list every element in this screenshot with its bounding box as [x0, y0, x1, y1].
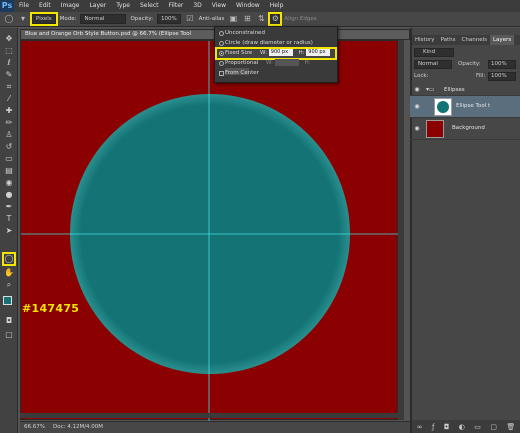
tab-channels[interactable]: Channels	[459, 35, 490, 45]
panel-tabs: History Paths Channels Layers	[412, 35, 520, 45]
geometry-options-menu: Unconstrained Circle (draw diameter or r…	[214, 26, 338, 83]
eye-icon[interactable]: ◉	[413, 86, 421, 94]
quick-mask-icon[interactable]: ◘	[4, 316, 14, 326]
folder-icon: ▾▭	[426, 86, 435, 93]
mode-select[interactable]: Normal	[80, 14, 127, 24]
link-icon[interactable]: ∞	[417, 423, 423, 431]
mask-icon[interactable]: ◘	[444, 423, 450, 431]
quick-select-tool-icon[interactable]: ✎	[4, 70, 14, 80]
tab-layers[interactable]: Layers	[489, 35, 515, 45]
align-edges-label[interactable]: Align Edges	[284, 16, 316, 22]
menu-bar: Ps File Edit Image Layer Type Select Fil…	[0, 0, 520, 12]
tab-history[interactable]: History	[412, 35, 438, 45]
fixed-height-input[interactable]: 900 px	[306, 49, 331, 56]
layer-thumbnail	[434, 98, 452, 116]
foreground-color-swatch[interactable]	[3, 296, 12, 305]
option-fixed-size[interactable]: Fixed Size W: 900 px H: 900 px	[215, 47, 337, 60]
zoom-level[interactable]: 66.67%	[24, 422, 45, 433]
blur-tool-icon[interactable]: ◉	[4, 178, 14, 188]
eyedropper-tool-icon[interactable]: ⁄	[4, 94, 14, 104]
fixed-width-input[interactable]: 900 px	[268, 49, 293, 56]
option-unconstrained[interactable]: Unconstrained	[217, 29, 335, 38]
dodge-tool-icon[interactable]: ●	[4, 190, 14, 200]
menu-file[interactable]: File	[14, 0, 34, 12]
fx-icon[interactable]: ƒ	[432, 423, 434, 431]
vertical-scrollbar[interactable]	[398, 40, 404, 420]
layer-thumbnail	[426, 120, 444, 138]
clone-stamp-tool-icon[interactable]: ♙	[4, 130, 14, 140]
status-bar: 66.67% Doc: 4.12M/4.00M	[20, 421, 410, 433]
layers-panel-footer: ∞ ƒ ◘ ◐ ▭ ▢ 🗑	[412, 420, 520, 433]
options-bar: ◯ ▾ Pixels Mode: Normal Opacity: 100% ☑ …	[0, 12, 520, 27]
new-layer-icon[interactable]: ▢	[490, 423, 497, 431]
fill-label: Fill:	[476, 73, 486, 79]
doc-size-info[interactable]: Doc: 4.12M/4.00M	[53, 422, 103, 433]
horizontal-scrollbar[interactable]	[20, 413, 398, 418]
screen-mode-icon[interactable]: ▢	[4, 330, 14, 340]
canvas-art	[21, 41, 399, 421]
menu-help[interactable]: Help	[265, 0, 289, 12]
option-proportional[interactable]: Proportional W: H:	[217, 59, 335, 75]
pen-tool-icon[interactable]: ✒	[4, 202, 14, 212]
menu-view[interactable]: View	[207, 0, 231, 12]
layer-ellipse[interactable]: ◉ Ellipse Tool t	[410, 96, 520, 118]
ellipse-tool-preset-icon[interactable]: ◯	[4, 14, 14, 24]
folder-icon[interactable]: ▭	[474, 423, 481, 431]
marquee-tool-icon[interactable]: ⬚	[4, 46, 14, 56]
menu-type[interactable]: Type	[111, 0, 135, 12]
tab-paths[interactable]: Paths	[438, 35, 459, 45]
opacity-input[interactable]: 100%	[157, 14, 181, 24]
layer-kind-filter[interactable]: Kind	[414, 48, 454, 57]
menu-layer[interactable]: Layer	[84, 0, 111, 12]
crop-tool-icon[interactable]: ⌗	[4, 82, 14, 92]
trash-icon[interactable]: 🗑	[506, 423, 515, 431]
units-select[interactable]: Pixels	[30, 12, 58, 26]
path-alignment-icon[interactable]: ⊞	[242, 14, 252, 24]
option-from-center[interactable]: From Center	[217, 69, 335, 78]
layer-group-ellipses[interactable]: ◉ ▾▭ Ellipses	[410, 84, 520, 96]
photoshop-logo: Ps	[0, 0, 14, 12]
blend-mode-select[interactable]: Normal	[414, 60, 452, 69]
adjustment-icon[interactable]: ◐	[459, 423, 465, 431]
path-operations-icon[interactable]: ▣	[228, 14, 238, 24]
color-hex-callout: #147475	[22, 302, 80, 315]
antialias-label: Anti-alias	[198, 16, 225, 22]
toolbox: ✥ ⬚ ℓ ✎ ⌗ ⁄ ✚ ✏ ♙ ↺ ▭ ▤ ◉ ● ✒ T ➤ ◯ ✋ ⌕ …	[0, 28, 18, 433]
layer-opacity-input[interactable]: 100%	[488, 60, 516, 69]
menu-edit[interactable]: Edit	[34, 0, 56, 12]
menu-select[interactable]: Select	[135, 0, 164, 12]
gradient-tool-icon[interactable]: ▤	[4, 166, 14, 176]
mode-label: Mode:	[59, 16, 77, 22]
ellipse-tool-icon[interactable]: ◯	[2, 252, 16, 266]
brush-tool-icon[interactable]: ✏	[4, 118, 14, 128]
layer-opacity-label: Opacity:	[458, 61, 481, 67]
option-circle[interactable]: Circle (draw diameter or radius)	[217, 39, 335, 48]
path-arrangement-icon[interactable]: ⇅	[256, 14, 266, 24]
menu-3d[interactable]: 3D	[188, 0, 206, 12]
opacity-label: Opacity:	[130, 16, 154, 22]
document-canvas[interactable]	[20, 40, 399, 421]
lasso-tool-icon[interactable]: ℓ	[4, 58, 14, 68]
path-select-tool-icon[interactable]: ➤	[4, 226, 14, 236]
menu-window[interactable]: Window	[231, 0, 265, 12]
move-tool-icon[interactable]: ✥	[4, 34, 14, 44]
chevron-down-icon[interactable]: ▾	[18, 14, 28, 24]
menu-image[interactable]: Image	[56, 0, 85, 12]
gear-icon[interactable]: ⚙	[268, 12, 283, 26]
type-tool-icon[interactable]: T	[4, 214, 14, 224]
eye-icon[interactable]: ◉	[413, 125, 421, 133]
zoom-tool-icon[interactable]: ⌕	[4, 280, 14, 290]
eye-icon[interactable]: ◉	[413, 103, 421, 111]
lock-label: Lock:	[414, 73, 429, 79]
eraser-tool-icon[interactable]: ▭	[4, 154, 14, 164]
history-brush-tool-icon[interactable]: ↺	[4, 142, 14, 152]
layer-fill-input[interactable]: 100%	[488, 72, 516, 81]
healing-tool-icon[interactable]: ✚	[4, 106, 14, 116]
layer-background[interactable]: ◉ Background	[410, 118, 520, 140]
checkbox-icon[interactable]: ☑	[185, 14, 195, 24]
menu-filter[interactable]: Filter	[164, 0, 189, 12]
hand-tool-icon[interactable]: ✋	[4, 268, 14, 278]
